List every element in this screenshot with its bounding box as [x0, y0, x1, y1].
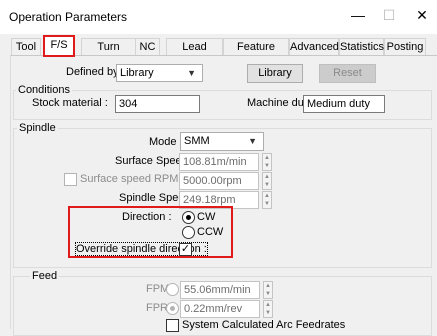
fpr-spinner: ▲ ▼: [263, 300, 273, 318]
defined-by-value: Library: [120, 67, 154, 79]
close-button[interactable]: ✕: [409, 4, 435, 26]
direction-label: Direction :: [122, 211, 172, 223]
ccw-radio[interactable]: [182, 226, 195, 239]
stock-material-label: Stock material :: [32, 97, 108, 109]
override-direction-checkbox[interactable]: ✓: [179, 243, 192, 256]
tab-statistics[interactable]: Statistics: [339, 38, 384, 56]
cw-radio[interactable]: [182, 211, 195, 224]
tab-lead-in-out[interactable]: Lead In/Out: [166, 38, 223, 69]
radio-selected-dot: [170, 306, 175, 311]
chevron-down-icon: ▼: [248, 136, 257, 146]
rpm-max-checkbox: [64, 173, 77, 186]
maximize-button: ☐: [382, 7, 396, 23]
reset-button: Reset: [319, 64, 376, 83]
fpm-field: 55.06mm/min: [180, 281, 260, 299]
mode-select[interactable]: SMM ▼: [180, 132, 264, 151]
defined-by-select[interactable]: Library ▼: [116, 64, 203, 82]
ccw-label: CCW: [197, 226, 224, 238]
feed-group-label: Feed: [30, 270, 60, 282]
radio-selected-dot: [186, 215, 191, 220]
tab-tool[interactable]: Tool: [11, 38, 41, 56]
fpm-spinner: ▲ ▼: [263, 281, 273, 299]
conditions-group-label: Conditions: [16, 84, 72, 96]
minimize-button[interactable]: —: [345, 4, 371, 26]
fpr-label: FPR: [146, 302, 168, 314]
spindle-group-label: Spindle: [17, 122, 58, 134]
surface-speed-field: 108.81m/min: [179, 153, 259, 171]
machine-duty-field[interactable]: Medium duty: [303, 95, 385, 113]
tab-nc[interactable]: NC: [135, 38, 160, 56]
fpr-radio: [166, 302, 179, 315]
stock-material-field[interactable]: 304: [115, 95, 200, 113]
rpm-max-field: 5000.00rpm: [179, 172, 259, 190]
tab-advanced[interactable]: Advanced: [289, 38, 339, 56]
library-button[interactable]: Library: [247, 64, 303, 83]
rpm-max-spinner: ▲ ▼: [262, 172, 272, 190]
spindle-speed-spinner: ▲ ▼: [262, 191, 272, 209]
mode-label: Mode :: [149, 136, 183, 148]
mode-value: SMM: [184, 135, 210, 147]
tab-posting[interactable]: Posting: [384, 38, 426, 56]
fs-tab-highlight: [43, 35, 75, 57]
fpm-radio: [166, 283, 179, 296]
fpr-field: 0.22mm/rev: [180, 300, 260, 318]
chevron-down-icon: ▼: [187, 68, 196, 78]
surface-speed-spinner: ▲ ▼: [262, 153, 272, 171]
window-title: Operation Parameters: [9, 10, 128, 24]
cw-label: CW: [197, 211, 216, 223]
tab-turn-rough[interactable]: Turn Rough: [81, 38, 136, 69]
arc-feedrates-checkbox[interactable]: [166, 319, 179, 332]
tab-feature-options[interactable]: Feature Options: [223, 38, 289, 69]
arc-feedrates-label: System Calculated Arc Feedrates: [182, 319, 346, 331]
